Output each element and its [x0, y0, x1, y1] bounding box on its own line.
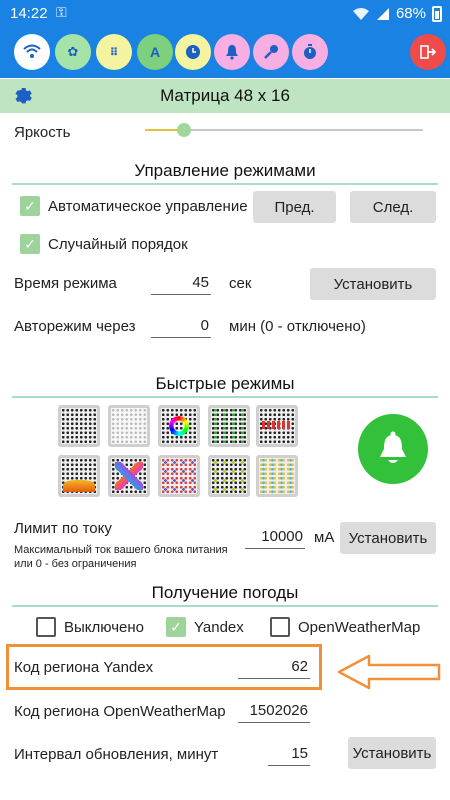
quick-mode-tile[interactable]	[108, 405, 150, 447]
modes-divider	[12, 183, 438, 185]
prev-button[interactable]: Пред.	[253, 191, 336, 223]
mode-time-unit: сек	[229, 275, 252, 292]
toolbar: ✿ ⠿ A	[0, 28, 450, 78]
auto-mode-label: Авторежим через	[14, 318, 136, 335]
text-icon: A	[149, 44, 161, 60]
page-title: Матрица 48 х 16	[160, 86, 290, 105]
key-button[interactable]	[253, 34, 289, 70]
timer-button[interactable]	[292, 34, 328, 70]
auto-control-checkbox[interactable]: ✓	[20, 196, 40, 216]
mode-time-input[interactable]: 45	[151, 273, 211, 295]
matrix-icon: ⠿	[109, 46, 119, 59]
wifi-icon	[23, 44, 41, 58]
current-limit-unit: мА	[314, 529, 335, 546]
current-limit-hint: Максимальный ток вашего блока питания ил…	[14, 544, 228, 570]
quick-modes-title: Быстрые режимы	[155, 374, 295, 393]
weather-owm-checkbox[interactable]	[270, 617, 290, 637]
random-order-checkbox[interactable]: ✓	[20, 234, 40, 254]
weather-yandex-checkbox[interactable]: ✓	[166, 617, 186, 637]
clock-time: 14:22	[10, 5, 48, 22]
weather-owm-label: OpenWeatherMap	[298, 619, 421, 636]
title-bar: Матрица 48 х 16	[0, 79, 450, 113]
quick-modes-divider	[12, 396, 438, 398]
interval-input[interactable]: 15	[268, 744, 310, 766]
modes-section-title: Управление режимами	[134, 161, 316, 180]
brightness-slider[interactable]	[145, 123, 423, 137]
wifi-button[interactable]	[14, 34, 50, 70]
brightness-slider-thumb[interactable]	[177, 123, 191, 137]
matrix-button[interactable]: ⠿	[96, 34, 132, 70]
text-button[interactable]: A	[137, 34, 173, 70]
random-order-label: Случайный порядок	[48, 236, 188, 253]
quick-mode-tile[interactable]	[208, 455, 250, 497]
quick-mode-tile[interactable]	[108, 455, 150, 497]
auto-control-label: Автоматическое управление	[48, 198, 248, 215]
battery-icon	[432, 5, 442, 22]
current-limit-input[interactable]: 10000	[245, 527, 305, 549]
battery-percent: 68%	[395, 5, 426, 22]
settings-button[interactable]: ✿	[55, 34, 91, 70]
alarm-icon	[226, 45, 238, 60]
weather-off-label: Выключено	[64, 619, 144, 636]
clock-icon	[186, 45, 200, 59]
status-icons: 68%	[352, 5, 442, 22]
highlight-box	[6, 644, 322, 690]
status-bar: 14:22 ⚿ 68%	[0, 0, 450, 28]
settings-icon: ✿	[67, 44, 79, 59]
interval-set-button[interactable]: Установить	[348, 737, 436, 769]
clock-button[interactable]	[175, 34, 211, 70]
quick-mode-tile[interactable]	[158, 405, 200, 447]
cell-signal-icon	[376, 7, 389, 20]
auto-mode-unit: мин (0 - отключено)	[229, 318, 366, 335]
timer-icon	[304, 44, 316, 59]
current-limit-set-button[interactable]: Установить	[340, 522, 436, 554]
exit-button[interactable]	[410, 34, 446, 70]
vpn-key-icon: ⚿	[56, 4, 67, 20]
owm-region-input[interactable]: 1502026	[238, 701, 310, 723]
mode-time-set-button[interactable]: Установить	[310, 268, 436, 300]
alarm-bell-button[interactable]	[358, 414, 428, 484]
weather-yandex-label: Yandex	[194, 619, 244, 636]
brightness-label: Яркость	[14, 124, 71, 141]
weather-section-title: Получение погоды	[151, 583, 299, 602]
quick-mode-tile[interactable]	[58, 455, 100, 497]
weather-divider	[12, 605, 438, 607]
owm-region-label: Код региона OpenWeatherMap	[14, 703, 226, 720]
current-limit-label: Лимит по току	[14, 520, 112, 537]
pointer-arrow-icon	[337, 654, 441, 690]
auto-mode-input[interactable]: 0	[151, 316, 211, 338]
interval-label: Интервал обновления, минут	[14, 746, 219, 763]
quick-mode-tile[interactable]	[58, 405, 100, 447]
bell-icon	[380, 431, 406, 463]
quick-mode-tile[interactable]	[256, 455, 298, 497]
wifi-signal-icon	[352, 7, 369, 20]
quick-mode-tile[interactable]	[208, 405, 250, 447]
quick-mode-tile[interactable]	[158, 455, 200, 497]
alarm-button[interactable]	[214, 34, 250, 70]
weather-off-checkbox[interactable]	[36, 617, 56, 637]
key-icon	[264, 45, 278, 59]
quick-mode-tile[interactable]	[256, 405, 298, 447]
mode-time-label: Время режима	[14, 275, 117, 292]
next-button[interactable]: След.	[350, 191, 436, 223]
exit-icon	[420, 45, 436, 59]
